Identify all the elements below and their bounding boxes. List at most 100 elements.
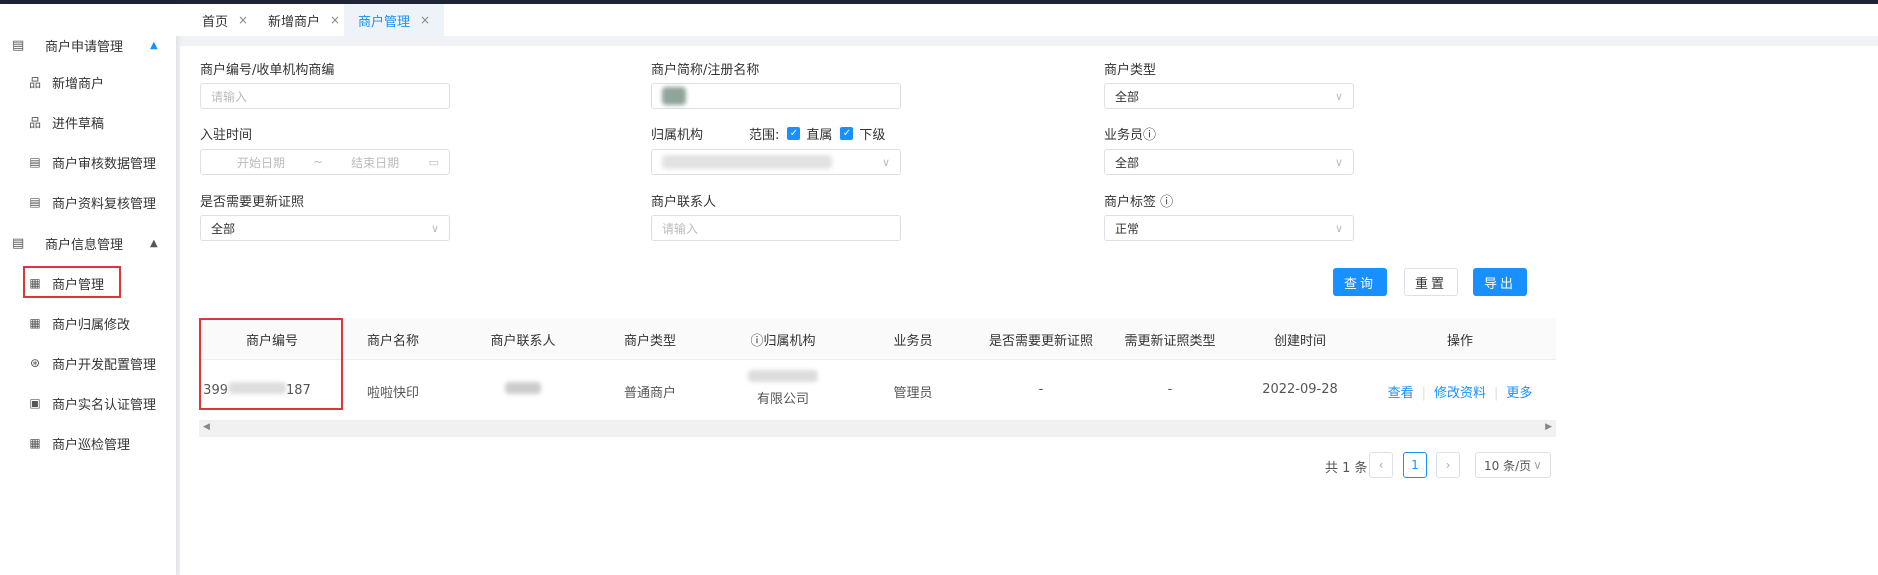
org-icon: 品 xyxy=(28,115,41,130)
horizontal-scrollbar[interactable]: ◀ ▶ xyxy=(199,421,1556,437)
merchant-type-select[interactable]: 全部 ∨ xyxy=(1104,83,1354,109)
tab-add-merchant[interactable]: 新增商户 × xyxy=(254,4,354,36)
merchant-name-cell: 啦啦快印 xyxy=(366,386,420,401)
tag-select[interactable]: 正常 ∨ xyxy=(1104,215,1354,241)
chevron-up-icon: ▲ xyxy=(150,39,158,51)
org-icon: 品 xyxy=(28,75,41,90)
direct-checkbox[interactable]: ✓ xyxy=(787,127,801,140)
close-icon[interactable]: × xyxy=(420,13,430,27)
label: 商户编号/收单机构商编 xyxy=(200,63,335,78)
document-icon: ▤ xyxy=(12,235,25,251)
query-button[interactable]: 查询 xyxy=(1333,268,1387,296)
document-icon: ▤ xyxy=(29,155,41,169)
table-row: 399 187 啦啦快印 普通商户 有限公司 管理员 - - 2022-09-28… xyxy=(199,360,1556,421)
sidebar-item[interactable]: ▣ 商户实名认证管理 xyxy=(28,389,156,417)
column-header: 商户类型 xyxy=(623,334,677,349)
help-icon[interactable]: ⓘ xyxy=(1143,128,1156,143)
sidebar-item[interactable]: 品进件草稿 xyxy=(28,108,104,136)
scroll-right-icon[interactable]: ▶ xyxy=(1545,422,1552,432)
created-cell: 2022-09-28 xyxy=(1262,382,1338,397)
sidebar-item[interactable]: 品新增商户 xyxy=(28,68,104,96)
merchant-no-input[interactable]: 请输入 xyxy=(200,83,450,109)
label: 商户联系人 xyxy=(651,195,717,210)
next-page-button[interactable]: › xyxy=(1436,452,1460,478)
reset-button[interactable]: 重置 xyxy=(1404,268,1458,296)
help-icon[interactable]: ⓘ xyxy=(1160,195,1173,210)
help-icon[interactable]: ⓘ xyxy=(750,334,763,349)
document-icon: ▤ xyxy=(29,195,41,209)
tab-bar: 首页 × 新增商户 × 商户管理 × xyxy=(176,4,1878,36)
chevron-down-icon: ∨ xyxy=(1334,89,1343,103)
update-type-cell: - xyxy=(1167,382,1173,397)
settings-icon: ⊛ xyxy=(29,356,41,370)
column-header: ⓘ归属机构 xyxy=(750,334,816,349)
highlight-box xyxy=(199,318,343,410)
column-header: 需更新证照类型 xyxy=(1124,334,1216,349)
id-card-icon: ▣ xyxy=(29,396,41,410)
redacted-value xyxy=(748,370,818,382)
label: 业务员ⓘ xyxy=(1104,128,1157,143)
need-update-select[interactable]: 全部 ∨ xyxy=(200,215,450,241)
column-header: 是否需要更新证照 xyxy=(988,334,1094,349)
highlight-box xyxy=(23,266,121,298)
need-update-cell: - xyxy=(1038,382,1044,397)
sidebar-group-merchant-info[interactable]: ▤ 商户信息管理 ▲ xyxy=(0,228,176,258)
document-icon: ▤ xyxy=(12,37,25,53)
actions-cell: 查看 | 修改资料 | 更多 xyxy=(1387,386,1533,401)
salesman-select[interactable]: 全部 ∨ xyxy=(1104,149,1354,175)
sub-checkbox[interactable]: ✓ xyxy=(840,127,854,140)
edit-link[interactable]: 修改资料 xyxy=(1434,386,1486,401)
column-header: 创建时间 xyxy=(1273,334,1327,349)
contact-cell xyxy=(505,382,541,398)
store-icon: ▦ xyxy=(29,436,41,450)
tab-merchant-management[interactable]: 商户管理 × xyxy=(344,4,445,36)
column-header: 操作 xyxy=(1446,334,1474,349)
more-link[interactable]: 更多 xyxy=(1506,386,1532,401)
contact-input[interactable]: 请输入 xyxy=(651,215,901,241)
sidebar-group-merchant-application[interactable]: ▤ 商户申请管理 ▲ xyxy=(0,30,176,60)
store-icon: ▦ xyxy=(29,316,41,330)
chevron-up-icon: ▲ xyxy=(150,237,158,249)
close-icon[interactable]: × xyxy=(238,13,248,27)
org-cell: 有限公司 xyxy=(748,370,818,407)
sidebar-item[interactable]: ▦ 商户归属修改 xyxy=(28,309,130,337)
merchant-name-input[interactable] xyxy=(651,83,901,109)
column-header: 商户名称 xyxy=(366,334,420,349)
page-1-button[interactable]: 1 xyxy=(1403,452,1427,478)
main-panel xyxy=(180,46,1878,575)
type-cell: 普通商户 xyxy=(623,386,677,401)
sidebar-item[interactable]: ▤ 商户审核数据管理 xyxy=(28,148,156,176)
chevron-down-icon: ∨ xyxy=(430,221,439,235)
tab-home[interactable]: 首页 × xyxy=(188,4,262,36)
page-size-select[interactable]: 10 条/页 ∨ xyxy=(1475,452,1551,478)
chevron-down-icon: ∨ xyxy=(1334,155,1343,169)
label: 是否需要更新证照 xyxy=(200,195,305,210)
close-icon[interactable]: × xyxy=(330,13,340,27)
calendar-icon: ▭ xyxy=(428,155,439,169)
view-link[interactable]: 查看 xyxy=(1388,386,1414,401)
label: 入驻时间 xyxy=(200,128,253,143)
export-button[interactable]: 导出 xyxy=(1473,268,1527,296)
label: 商户简称/注册名称 xyxy=(651,63,760,78)
column-header: 商户联系人 xyxy=(490,334,556,349)
org-label-row: 归属机构 范围: ✓ 直属 ✓ 下级 xyxy=(651,127,886,143)
label: 商户类型 xyxy=(1104,63,1157,78)
redacted-value xyxy=(662,155,832,169)
table-header: 商户编号 商户名称 商户联系人 商户类型 ⓘ归属机构 业务员 是否需要更新证照 … xyxy=(199,318,1556,360)
org-select[interactable]: ∨ xyxy=(651,149,901,175)
prev-page-button[interactable]: ‹ xyxy=(1369,452,1393,478)
scroll-left-icon[interactable]: ◀ xyxy=(203,422,210,432)
redacted-value xyxy=(505,382,541,394)
salesman-cell: 管理员 xyxy=(893,386,933,401)
sidebar-item[interactable]: ▤ 商户资料复核管理 xyxy=(28,188,156,216)
redacted-value xyxy=(662,87,686,105)
chevron-down-icon: ∨ xyxy=(881,155,890,169)
column-header: 业务员 xyxy=(893,334,933,349)
date-range-picker[interactable]: 开始日期 ~ 结束日期 ▭ xyxy=(200,149,450,175)
label: 商户标签 ⓘ xyxy=(1104,195,1174,210)
sidebar-item[interactable]: ▦ 商户巡检管理 xyxy=(28,429,130,457)
sidebar-item[interactable]: ⊛ 商户开发配置管理 xyxy=(28,349,156,377)
chevron-down-icon: ∨ xyxy=(1334,221,1343,235)
chevron-down-icon: ∨ xyxy=(1533,458,1542,472)
pagination-total: 共 1 条 xyxy=(1325,461,1368,476)
